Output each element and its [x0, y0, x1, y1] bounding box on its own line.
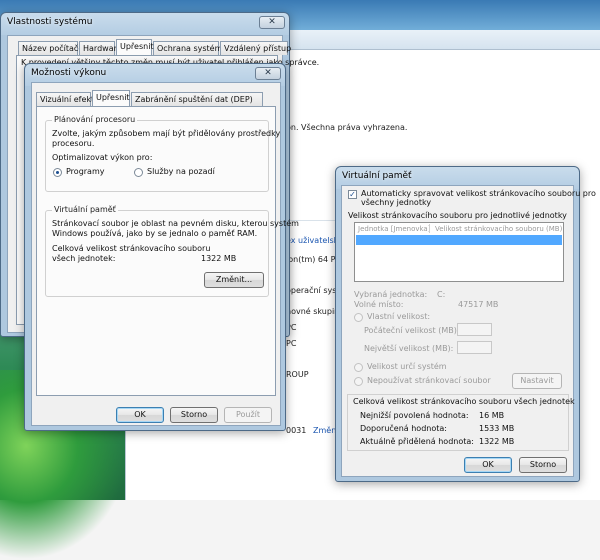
selected-drive-value: C:	[437, 290, 446, 299]
column-header-size: Velikost stránkovacího souboru (MB)	[435, 225, 563, 233]
virtual-memory-window: Virtuální paměť ✓ Automaticky spravovat …	[335, 166, 596, 482]
product-id-value: 0031	[286, 426, 307, 435]
set-button[interactable]: Nastavit	[512, 373, 562, 389]
system-managed-label[interactable]: Velikost určí systém	[367, 362, 447, 372]
workgroup-value: ROUP	[286, 370, 309, 379]
performance-index-link[interactable]: ex uživatelsk	[286, 236, 338, 245]
total-size-label: Celková velikost stránkovacího souboru	[52, 244, 211, 253]
optimize-label: Optimalizovat výkon pro:	[52, 153, 153, 162]
cpu-description: procesoru.	[52, 139, 95, 148]
group-title: Plánování procesoru	[52, 115, 138, 124]
custom-size-radio[interactable]	[354, 313, 363, 322]
drive-list[interactable]: Jednotka [Jmenovka] Velikost stránkovací…	[354, 222, 564, 282]
totals-group: Celková velikost stránkovacího souboru v…	[347, 394, 575, 451]
tab-system-protection[interactable]: Ochrana systému	[153, 41, 227, 55]
cpu-scheduling-group: Plánování procesoru Zvolte, jakým způsob…	[45, 115, 280, 192]
auto-manage-label[interactable]: všechny jednotky	[361, 198, 431, 208]
recommended-label: Doporučená hodnota:	[360, 424, 447, 433]
copyright-text: on. Všechna práva vyhrazena.	[286, 123, 408, 132]
virtual-memory-group: Virtuální paměť Stránkovací soubor je ob…	[45, 205, 299, 297]
tab-computer-name[interactable]: Název počítače	[18, 41, 83, 55]
tab-hardware[interactable]: Hardware	[79, 41, 122, 55]
close-icon[interactable]: ✕	[255, 67, 281, 80]
selected-drive-row[interactable]	[356, 235, 562, 245]
total-size-value: 1322 MB	[201, 254, 237, 263]
custom-size-label[interactable]: Vlastní velikost:	[367, 312, 430, 322]
tab-strip: Název počítače Hardware Upřesnit Ochrana…	[18, 39, 291, 55]
selected-drive-label: Vybraná jednotka:	[354, 290, 428, 299]
auto-manage-checkbox[interactable]: ✓	[348, 190, 357, 199]
cancel-button[interactable]: Storno	[170, 407, 218, 423]
change-button[interactable]: Změnit...	[204, 272, 264, 288]
initial-size-label: Počáteční velikost (MB):	[364, 326, 460, 335]
processor-value: lon(tm) 64 Pr	[286, 255, 339, 264]
group-title: Virtuální paměť	[52, 205, 118, 214]
window-client: Vizuální efekty Upřesnit Zabránění spušt…	[31, 82, 299, 426]
free-space-label: Volné místo:	[354, 300, 404, 309]
min-allowed-value: 16 MB	[479, 411, 505, 420]
close-icon[interactable]: ✕	[259, 16, 285, 29]
max-size-label: Největší velikost (MB):	[364, 344, 454, 353]
apply-button[interactable]: Použít	[224, 407, 272, 423]
column-divider	[429, 224, 430, 233]
initial-size-input[interactable]	[457, 323, 492, 336]
vm-description: Stránkovací soubor je oblast na pevném d…	[52, 219, 299, 228]
current-allocation-value: 1322 MB	[479, 437, 515, 446]
totals-heading: Celková velikost stránkovacího souboru v…	[353, 397, 575, 406]
cancel-button[interactable]: Storno	[519, 457, 567, 473]
tab-advanced[interactable]: Upřesnit	[92, 90, 130, 106]
window-title: Virtuální paměť	[342, 171, 412, 181]
tab-page: Plánování procesoru Zvolte, jakým způsob…	[36, 106, 299, 396]
programs-radio-label[interactable]: Programy	[66, 167, 105, 177]
window-title: Možnosti výkonu	[31, 68, 107, 78]
ok-button[interactable]: OK	[116, 407, 164, 423]
tab-advanced[interactable]: Upřesnit	[116, 39, 154, 55]
window-title: Vlastnosti systému	[7, 17, 93, 27]
ok-button[interactable]: OK	[464, 457, 512, 473]
performance-options-window: Možnosti výkonu ✕ Vizuální efekty Upřesn…	[24, 63, 299, 431]
max-size-input[interactable]	[457, 341, 492, 354]
programs-radio[interactable]	[53, 168, 62, 177]
background-services-label[interactable]: Služby na pozadí	[147, 167, 215, 177]
system-managed-radio[interactable]	[354, 363, 363, 372]
current-allocation-label: Aktuálně přidělená hodnota:	[360, 437, 474, 446]
cpu-description: Zvolte, jakým způsobem mají být přidělov…	[52, 129, 281, 138]
total-size-label: všech jednotek:	[52, 254, 116, 263]
tab-strip: Vizuální efekty Upřesnit Zabránění spušt…	[36, 90, 276, 106]
recommended-value: 1533 MB	[479, 424, 515, 433]
min-allowed-label: Nejnižší povolená hodnota:	[360, 411, 469, 420]
background-services-radio[interactable]	[134, 168, 143, 177]
vm-description: Windows používá, jako by se jednalo o pa…	[52, 229, 258, 238]
full-computer-name-value: PC	[286, 339, 297, 348]
window-client: ✓ Automaticky spravovat velikost stránko…	[341, 185, 596, 477]
no-paging-file-radio[interactable]	[354, 377, 363, 386]
column-header-drive: Jednotka [Jmenovka]	[358, 225, 431, 233]
tab-visual-effects[interactable]: Vizuální efekty	[36, 92, 99, 106]
no-paging-file-label[interactable]: Nepoužívat stránkovací soubor	[367, 376, 491, 386]
tab-remote[interactable]: Vzdálený přístup	[220, 41, 291, 55]
tab-dep[interactable]: Zabránění spuštění dat (DEP)	[131, 92, 263, 106]
per-drive-heading: Velikost stránkovacího souboru pro jedno…	[348, 211, 567, 220]
free-space-value: 47517 MB	[458, 300, 499, 309]
